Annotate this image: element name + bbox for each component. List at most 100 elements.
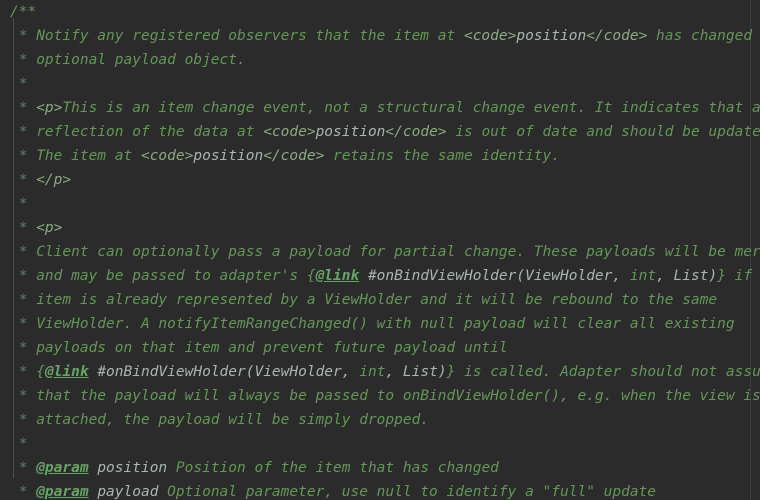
code-token: * bbox=[10, 148, 37, 164]
code-line[interactable]: * bbox=[0, 192, 760, 216]
code-token: payload bbox=[97, 484, 159, 500]
code-token: } bbox=[446, 364, 456, 380]
code-token: List bbox=[673, 268, 709, 284]
code-token: ) bbox=[708, 268, 718, 284]
code-token: </code> bbox=[263, 148, 325, 164]
code-token: int bbox=[629, 268, 657, 284]
code-token: int bbox=[359, 364, 386, 380]
code-token: The item at bbox=[36, 148, 141, 164]
code-line[interactable]: * and may be passed to adapter's {@link … bbox=[0, 264, 760, 288]
code-line[interactable]: * item is already represented by a ViewH… bbox=[0, 288, 760, 312]
code-token: * bbox=[10, 196, 28, 212]
code-line[interactable]: * @param payload Optional parameter, use… bbox=[0, 480, 760, 500]
code-token: </code> bbox=[385, 124, 447, 140]
code-token: if the bbox=[734, 268, 753, 284]
code-token: } bbox=[717, 268, 726, 284]
code-line[interactable]: * ViewHolder. A notifyItemRangeChanged()… bbox=[0, 312, 760, 336]
code-token: * bbox=[10, 364, 37, 380]
code-token: position bbox=[97, 460, 168, 476]
code-token: Notify any registered observers that the… bbox=[36, 28, 464, 44]
code-token: payloads on that item and prevent future… bbox=[36, 340, 508, 356]
code-token: , bbox=[385, 364, 403, 380]
code-line[interactable]: * attached, the payload will be simply d… bbox=[0, 408, 760, 432]
code-token: that the payload will always be passed t… bbox=[36, 388, 760, 404]
code-token: #onBindViewHolder( bbox=[97, 364, 255, 380]
code-token: * bbox=[10, 124, 37, 140]
code-editor[interactable]: /** * Notify any registered observers th… bbox=[0, 0, 760, 500]
code-token: position bbox=[315, 124, 386, 140]
code-line[interactable]: * reflection of the data at <code>positi… bbox=[0, 120, 760, 144]
code-token: optional payload object. bbox=[36, 52, 246, 68]
code-token: * bbox=[10, 76, 28, 92]
code-token: is out of date and should be updated. bbox=[446, 124, 760, 140]
code-token: position bbox=[516, 28, 587, 44]
code-token: and may be passed to adapter's bbox=[36, 268, 307, 284]
code-token: , bbox=[612, 268, 630, 284]
code-token: ViewHolder. A notifyItemRangeChanged() w… bbox=[36, 316, 735, 332]
code-token: { bbox=[306, 268, 316, 284]
code-token: retains the same identity. bbox=[324, 148, 561, 164]
code-line[interactable]: * bbox=[0, 432, 760, 456]
code-line[interactable]: * </p> bbox=[0, 168, 760, 192]
code-token: * bbox=[10, 460, 37, 476]
code-token: List bbox=[402, 364, 438, 380]
code-token: <code> bbox=[463, 28, 517, 44]
code-token: * bbox=[10, 388, 37, 404]
code-token: ) bbox=[437, 364, 447, 380]
code-line[interactable]: /** bbox=[0, 0, 760, 24]
code-line[interactable]: * that the payload will always be passed… bbox=[0, 384, 760, 408]
code-token: @param bbox=[36, 484, 89, 500]
code-token: * bbox=[10, 292, 37, 308]
code-token: * bbox=[10, 172, 37, 188]
code-token: * bbox=[10, 340, 37, 356]
code-line[interactable]: * @param position Position of the item t… bbox=[0, 456, 760, 480]
code-line[interactable]: * The item at <code>position</code> reta… bbox=[0, 144, 760, 168]
code-token: * bbox=[10, 28, 37, 44]
code-token: is called. Adapter should not assume bbox=[455, 364, 760, 380]
code-token: Client can optionally pass a payload for… bbox=[36, 244, 760, 260]
code-token: , bbox=[656, 268, 674, 284]
code-token: * bbox=[10, 244, 37, 260]
code-token: ViewHolder bbox=[525, 268, 613, 284]
code-token: item is already represented by a ViewHol… bbox=[36, 292, 718, 308]
code-token: #onBindViewHolder( bbox=[367, 268, 526, 284]
code-token: * bbox=[10, 100, 37, 116]
code-token: attached, the payload will be simply dro… bbox=[36, 412, 430, 428]
code-line[interactable]: * optional payload object. bbox=[0, 48, 760, 72]
code-line[interactable]: * {@link #onBindViewHolder(ViewHolder, i… bbox=[0, 360, 760, 384]
code-token: * bbox=[10, 268, 37, 284]
code-token: <p> bbox=[36, 220, 63, 236]
code-line[interactable]: * Client can optionally pass a payload f… bbox=[0, 240, 760, 264]
code-token: has changed with an bbox=[656, 28, 753, 44]
code-line[interactable]: * bbox=[0, 72, 760, 96]
code-line[interactable]: * <p> bbox=[0, 216, 760, 240]
code-text-area[interactable]: /** * Notify any registered observers th… bbox=[0, 0, 760, 500]
code-token: @link bbox=[315, 268, 360, 284]
code-token: @param bbox=[36, 460, 89, 476]
code-token: <code> bbox=[263, 124, 316, 140]
code-token: </p> bbox=[36, 172, 72, 188]
code-token: * bbox=[10, 412, 37, 428]
code-token: Optional parameter, use null to identify… bbox=[158, 484, 657, 500]
code-token: { bbox=[36, 364, 45, 380]
code-token: * bbox=[10, 436, 28, 452]
code-line[interactable]: * <p>This is an item change event, not a… bbox=[0, 96, 760, 120]
code-token: /** bbox=[10, 4, 37, 20]
code-token: * bbox=[10, 316, 37, 332]
code-token: <p> bbox=[36, 100, 63, 116]
code-token: * bbox=[10, 220, 37, 236]
code-token: </code> bbox=[586, 28, 648, 44]
code-token: , bbox=[341, 364, 360, 380]
code-token: This is an item change event, not a stru… bbox=[62, 100, 760, 116]
code-line[interactable]: * Notify any registered observers that t… bbox=[0, 24, 760, 48]
code-token: @link bbox=[44, 364, 89, 380]
code-token: * bbox=[10, 52, 37, 68]
code-token: position bbox=[193, 148, 264, 164]
code-token: Position of the item that has changed bbox=[167, 460, 499, 476]
code-token: ViewHolder bbox=[254, 364, 342, 380]
code-token: reflection of the data at bbox=[36, 124, 264, 140]
code-token: <code> bbox=[140, 148, 194, 164]
code-line[interactable]: * payloads on that item and prevent futu… bbox=[0, 336, 760, 360]
code-token: * bbox=[10, 484, 37, 500]
